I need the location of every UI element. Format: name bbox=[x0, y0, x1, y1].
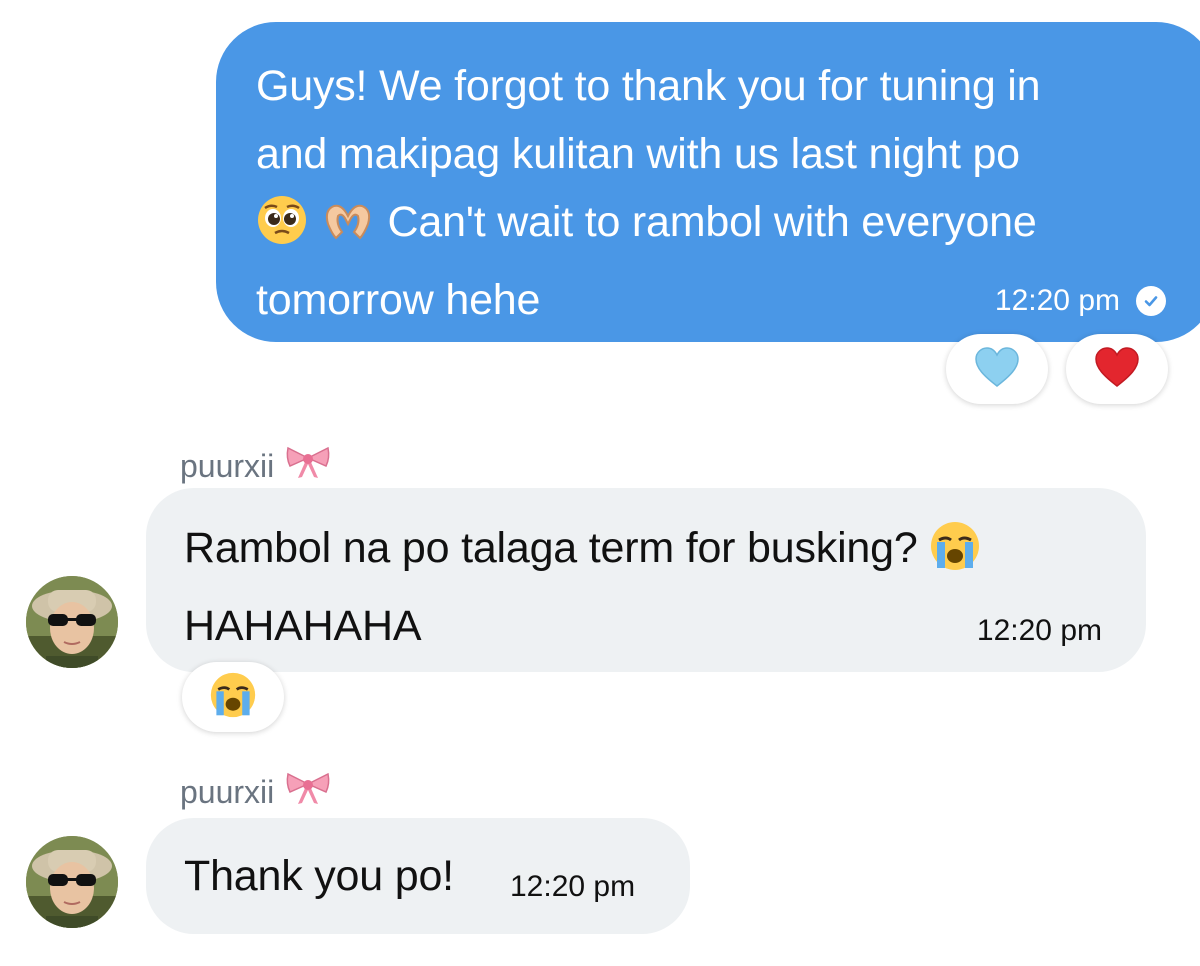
message-line: HAHAHAHA bbox=[184, 602, 422, 650]
ribbon-emoji bbox=[284, 770, 332, 814]
sender-username: puurxii bbox=[180, 773, 275, 810]
message-meta: 12:20 pm bbox=[995, 284, 1166, 318]
avatar[interactable] bbox=[26, 836, 118, 928]
sender-name[interactable]: puurxii bbox=[180, 444, 332, 488]
incoming-message-text: Rambol na po talaga term for busking? HA… bbox=[184, 514, 1104, 660]
message-line: and makipag kulitan with us last night p… bbox=[256, 130, 1020, 178]
message-time: 12:20 pm bbox=[994, 284, 1120, 317]
loudly-crying-face-emoji bbox=[929, 520, 981, 592]
avatar[interactable] bbox=[26, 576, 118, 668]
message-time: 12:20 pm bbox=[510, 870, 636, 903]
read-check-icon bbox=[1136, 286, 1166, 316]
sender-name[interactable]: puurxii bbox=[180, 770, 332, 814]
message-line-text: Rambol na po talaga term for busking? bbox=[184, 524, 918, 572]
incoming-message-text: Thank you po! bbox=[184, 852, 454, 900]
pleading-face-emoji bbox=[256, 194, 308, 266]
sender-username: puurxii bbox=[180, 447, 275, 484]
reaction-light-blue-heart[interactable] bbox=[946, 334, 1048, 404]
ribbon-emoji bbox=[284, 444, 332, 488]
message-time: 12:20 pm bbox=[976, 614, 1102, 647]
red-heart-emoji bbox=[1094, 346, 1140, 393]
message-line: Can't wait to rambol with everyone bbox=[256, 188, 1176, 266]
light-blue-heart-emoji bbox=[974, 346, 1020, 393]
incoming-message-bubble[interactable]: Rambol na po talaga term for busking? HA… bbox=[146, 488, 1146, 672]
reaction-loudly-crying-face[interactable] bbox=[182, 662, 284, 732]
reaction-red-heart[interactable] bbox=[1066, 334, 1168, 404]
message-line-text: Can't wait to rambol with everyone bbox=[387, 198, 1037, 246]
message-line: Rambol na po talaga term for busking? bbox=[184, 514, 1104, 592]
heart-hands-emoji bbox=[320, 194, 376, 266]
outgoing-message-bubble[interactable]: Guys! We forgot to thank you for tuning … bbox=[216, 22, 1200, 342]
loudly-crying-face-emoji bbox=[209, 671, 257, 724]
incoming-message-bubble[interactable]: Thank you po! 12:20 pm bbox=[146, 818, 690, 934]
chat-thread: Guys! We forgot to thank you for tuning … bbox=[0, 0, 1200, 966]
message-line: Guys! We forgot to thank you for tuning … bbox=[256, 62, 1041, 110]
